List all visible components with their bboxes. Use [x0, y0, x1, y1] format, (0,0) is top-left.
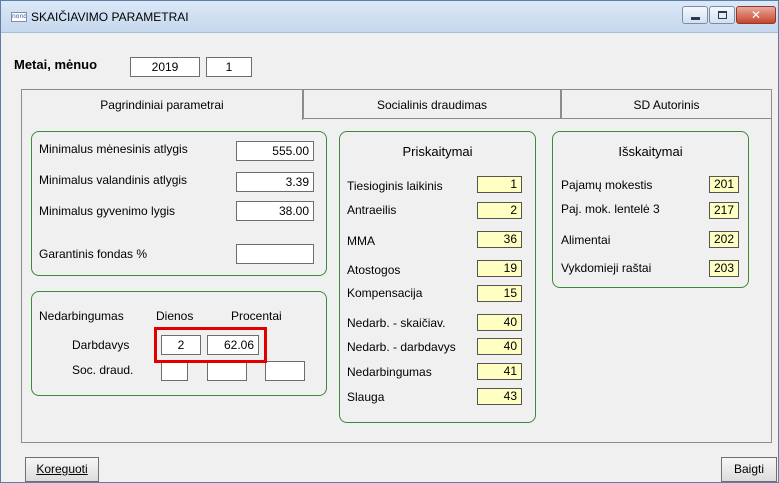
accrual-code-field[interactable]: 36	[477, 231, 522, 248]
tab-social-insurance[interactable]: Socialinis draudimas	[303, 89, 561, 119]
accrual-label: Tiesioginis laikinis	[347, 179, 443, 193]
days-column-header: Dienos	[156, 309, 194, 323]
maximize-button[interactable]	[709, 6, 735, 24]
accrual-code-field[interactable]: 19	[477, 260, 522, 277]
min-monthly-wage-label: Minimalus mėnesinis atlygis	[39, 142, 188, 156]
accrual-label: Nedarbingumas	[347, 365, 432, 379]
deduction-code-field[interactable]: 203	[709, 260, 739, 277]
accrual-code-field[interactable]: 40	[477, 314, 522, 331]
deduction-code-field[interactable]: 201	[709, 176, 739, 193]
accrual-code-field[interactable]: 41	[477, 363, 522, 380]
min-monthly-wage-field[interactable]: 555.00	[236, 141, 314, 161]
accrual-label: Nedarb. - skaičiav.	[347, 316, 446, 330]
deduction-label: Vykdomieji raštai	[561, 261, 652, 275]
finish-button[interactable]: Baigti	[721, 457, 777, 482]
disability-title: Nedarbingumas	[39, 309, 124, 323]
soc-insurance-label: Soc. draud.	[72, 363, 134, 377]
maximize-icon	[718, 11, 727, 19]
minimize-button[interactable]	[682, 6, 708, 24]
guarantee-fund-field[interactable]	[236, 244, 314, 264]
app-window: nono SKAIČIAVIMO PARAMETRAI ✕ Metai, mėn…	[0, 0, 779, 483]
deduction-label: Alimentai	[561, 233, 611, 247]
accrual-label: Nedarb. - darbdavys	[347, 340, 456, 354]
year-month-label: Metai, mėnuo	[14, 57, 98, 72]
min-hourly-wage-field[interactable]: 3.39	[236, 172, 314, 192]
accrual-label: Atostogos	[347, 263, 401, 277]
accruals-title: Priskaitymai	[402, 144, 473, 159]
min-hourly-wage-label: Minimalus valandinis atlygis	[39, 173, 188, 187]
deduction-code-field[interactable]: 202	[709, 231, 739, 248]
deductions-title: Išskaitymai	[618, 144, 683, 159]
accrual-label: Slauga	[347, 390, 385, 404]
employer-values-highlight	[154, 327, 267, 363]
close-button[interactable]: ✕	[736, 6, 776, 24]
edit-button[interactable]: Koreguoti	[25, 457, 99, 482]
soc-insurance-percent-field[interactable]	[207, 361, 247, 381]
tab-sd-author[interactable]: SD Autorinis	[561, 89, 772, 119]
year-field[interactable]: 2019	[130, 57, 200, 77]
deduction-label: Pajamų mokestis	[561, 178, 653, 192]
accrual-label: Antraeilis	[347, 203, 397, 217]
close-icon: ✕	[750, 8, 762, 22]
deduction-label: Paj. mok. lentelė 3	[561, 202, 660, 216]
accrual-code-field[interactable]: 1	[477, 176, 522, 193]
min-living-level-field[interactable]: 38.00	[236, 201, 314, 221]
accrual-code-field[interactable]: 2	[477, 202, 522, 219]
accrual-code-field[interactable]: 40	[477, 338, 522, 355]
accrual-code-field[interactable]: 15	[477, 285, 522, 302]
soc-insurance-days-field[interactable]	[161, 361, 188, 381]
percent-column-header: Procentai	[231, 309, 282, 323]
month-field[interactable]: 1	[206, 57, 252, 77]
employer-label: Darbdavys	[72, 338, 130, 352]
tab-strip: Pagrindiniai parametrai Socialinis draud…	[21, 89, 772, 120]
accrual-label: MMA	[347, 234, 375, 248]
soc-insurance-extra-field[interactable]	[265, 361, 305, 381]
title-bar[interactable]: nono SKAIČIAVIMO PARAMETRAI ✕	[1, 1, 778, 33]
min-living-level-label: Minimalus gyvenimo lygis	[39, 204, 176, 218]
finish-button-label: Baigti	[733, 462, 765, 476]
guarantee-fund-label: Garantinis fondas %	[39, 247, 148, 261]
app-icon: nono	[11, 12, 27, 22]
accrual-code-field[interactable]: 43	[477, 388, 522, 405]
deduction-code-field[interactable]: 217	[709, 202, 739, 219]
edit-button-label: Koreguoti	[36, 462, 88, 476]
minimize-icon	[691, 17, 700, 20]
window-title: SKAIČIAVIMO PARAMETRAI	[31, 10, 189, 24]
tab-main-parameters[interactable]: Pagrindiniai parametrai	[21, 89, 303, 120]
accrual-label: Kompensacija	[347, 286, 423, 300]
